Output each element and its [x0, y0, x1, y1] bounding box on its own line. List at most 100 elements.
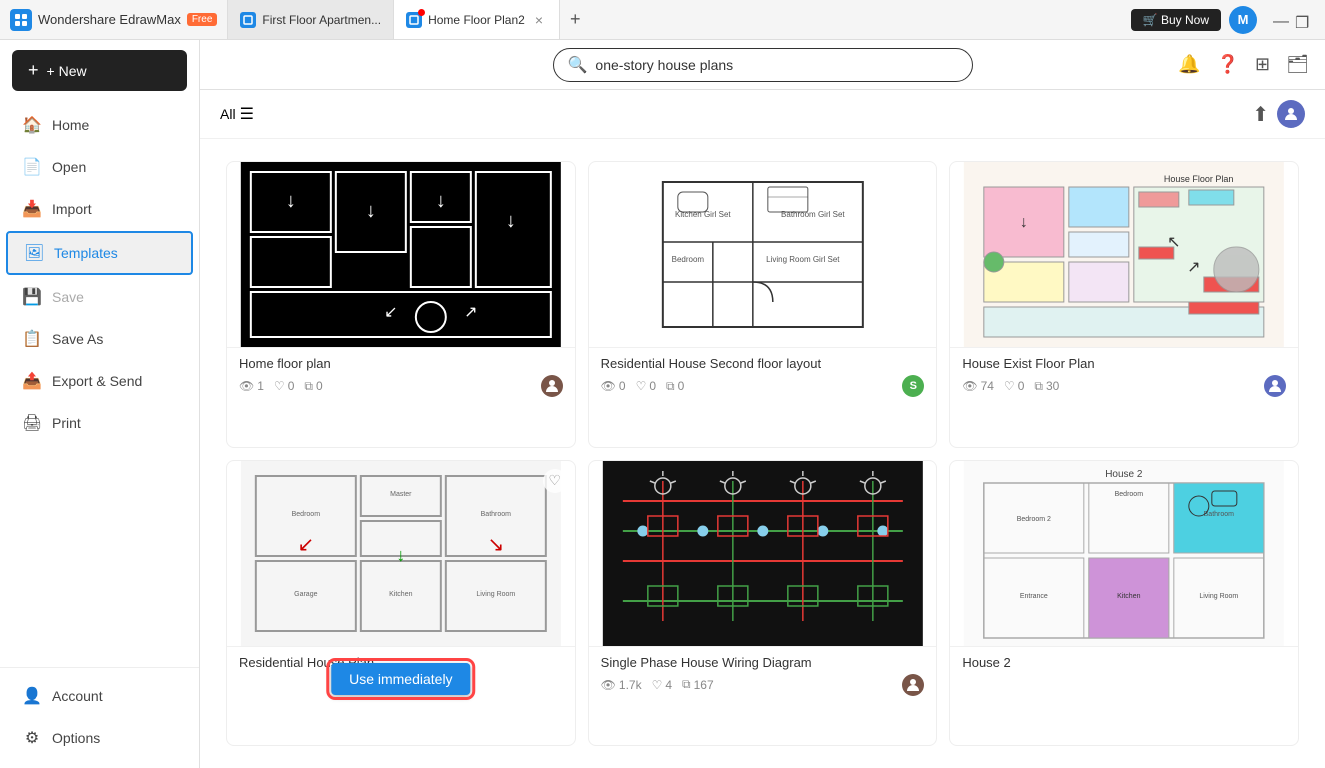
new-button[interactable]: + + New [12, 50, 187, 91]
sidebar-item-open[interactable]: 📄 Open [6, 147, 193, 187]
svg-text:↓: ↓ [366, 200, 376, 222]
scroll-top-btn[interactable]: ⬆ [1252, 102, 1269, 127]
options-label: Options [52, 730, 100, 746]
svg-text:Kitchen: Kitchen [389, 591, 412, 598]
template-card-2[interactable]: Kitchen Girl Set Bathroom Girl Set Bedro… [588, 161, 938, 448]
tab-icon-1 [240, 12, 256, 28]
search-wrapper: 🔍 [553, 48, 973, 82]
search-icon: 🔍 [568, 55, 588, 75]
sidebar-item-print[interactable]: 🖨 Print [6, 403, 193, 443]
all-filter[interactable]: All ☰ [220, 104, 254, 124]
avatar-5 [902, 674, 924, 696]
svg-text:↗: ↗ [464, 304, 477, 321]
template-card-4[interactable]: Bedroom Master Bathroom Garage Kitchen L… [226, 460, 576, 747]
use-immediately-btn[interactable]: Use immediately [331, 663, 470, 695]
copies-2: ⧉ 0 [666, 379, 684, 394]
svg-text:↘: ↘ [487, 534, 504, 556]
maximize-btn[interactable]: ❐ [1295, 13, 1309, 27]
svg-text:Living Room: Living Room [1200, 593, 1239, 600]
svg-text:Master: Master [390, 491, 412, 498]
template-meta-5: 👁 1.7k ♡ 4 ⧉ 167 [601, 674, 925, 696]
home-label: Home [52, 117, 89, 133]
template-meta-1: 👁 1 ♡ 0 ⧉ 0 [239, 375, 563, 397]
search-input[interactable] [595, 57, 957, 73]
filter-icon: ☰ [240, 104, 254, 124]
svg-text:Living Room: Living Room [476, 591, 515, 598]
tab-close-btn[interactable]: × [531, 10, 547, 30]
template-card-1[interactable]: ↓ ↓ ↓ ↓ ↙ ↗ Home floor plan 👁 1 ♡ 0 [226, 161, 576, 448]
account-icon: 👤 [22, 686, 42, 706]
views-2: 👁 0 [601, 379, 626, 393]
tab-icon-2 [406, 12, 422, 28]
print-icon: 🖨 [22, 413, 42, 433]
svg-text:Garage: Garage [294, 591, 317, 598]
template-grid: ↓ ↓ ↓ ↓ ↙ ↗ Home floor plan 👁 1 ♡ 0 [200, 139, 1325, 768]
likes-5: ♡ 4 [652, 678, 672, 692]
template-card-6[interactable]: House 2 [949, 460, 1299, 747]
help-btn[interactable]: ❓ [1213, 50, 1243, 79]
sidebar-item-import[interactable]: 📥 Import [6, 189, 193, 229]
tab-label-1: First Floor Apartmen... [262, 13, 381, 27]
app-logo-icon [10, 9, 32, 31]
header-bar: 🔍 🔔 ❓ ⊞ 🗂 [200, 40, 1325, 90]
template-title-6: House 2 [962, 655, 1286, 670]
tab-label-2: Home Floor Plan2 [428, 13, 525, 27]
minimize-btn[interactable]: — [1273, 13, 1287, 27]
views-1: 👁 1 [239, 379, 264, 393]
new-icon: + [28, 60, 39, 81]
copies-3: ⧉ 30 [1034, 379, 1059, 394]
sidebar-item-options[interactable]: ⚙ Options [6, 718, 193, 758]
svg-text:Living Room Girl Set: Living Room Girl Set [766, 255, 840, 264]
tab-add-btn[interactable]: + [560, 0, 591, 39]
svg-text:↓: ↓ [396, 545, 405, 565]
export-label: Export & Send [52, 373, 142, 389]
sidebar-item-save-as[interactable]: 📋 Save As [6, 319, 193, 359]
content-header: All ☰ ⬆ [200, 90, 1325, 139]
tab-first-floor[interactable]: First Floor Apartmen... [228, 0, 394, 39]
sidebar: + + New 🏠 Home 📄 Open 📥 Import 🖼 Templat… [0, 40, 200, 768]
notification-btn[interactable]: 🔔 [1174, 50, 1204, 79]
open-icon: 📄 [22, 157, 42, 177]
template-title-3: House Exist Floor Plan [962, 356, 1286, 371]
svg-text:House 2: House 2 [1106, 469, 1144, 480]
sidebar-item-account[interactable]: 👤 Account [6, 676, 193, 716]
tab-home-floor-plan[interactable]: Home Floor Plan2 × [394, 0, 560, 39]
sidebar-item-home[interactable]: 🏠 Home [6, 105, 193, 145]
header-right-icons: 🔔 ❓ ⊞ 🗂 [1174, 50, 1313, 79]
grid-view-btn[interactable]: ⊞ [1251, 50, 1274, 79]
user-avatar[interactable]: M [1229, 6, 1257, 34]
svg-text:Bathroom: Bathroom [481, 511, 512, 518]
open-label: Open [52, 159, 86, 175]
template-card-5[interactable]: Single Phase House Wiring Diagram 👁 1.7k… [588, 460, 938, 747]
svg-text:House Floor Plan: House Floor Plan [1164, 174, 1234, 184]
template-thumb-6: House 2 [950, 461, 1298, 646]
template-card-3[interactable]: House Floor Plan ↓ ↖ ↗ [949, 161, 1299, 448]
svg-text:↙: ↙ [297, 534, 314, 556]
print-label: Print [52, 415, 81, 431]
svg-text:Bedroom: Bedroom [292, 511, 321, 518]
favorite-btn-4[interactable]: ♡ [543, 469, 567, 493]
template-meta-2: 👁 0 ♡ 0 ⧉ 0 S [601, 375, 925, 397]
template-thumb-5 [589, 461, 937, 646]
sidebar-item-export[interactable]: 📤 Export & Send [6, 361, 193, 401]
account-label: Account [52, 688, 103, 704]
svg-text:↓: ↓ [506, 210, 516, 232]
save-as-label: Save As [52, 331, 103, 347]
buy-now-button[interactable]: 🛒 Buy Now [1131, 9, 1221, 31]
sidebar-item-save[interactable]: 💾 Save [6, 277, 193, 317]
svg-text:↓: ↓ [286, 190, 296, 212]
template-info-1: Home floor plan 👁 1 ♡ 0 ⧉ 0 [227, 347, 575, 405]
free-badge: Free [187, 13, 218, 26]
svg-text:↓: ↓ [1020, 214, 1028, 231]
new-label: + New [47, 63, 87, 79]
template-info-2: Residential House Second floor layout 👁 … [589, 347, 937, 405]
template-title-2: Residential House Second floor layout [601, 356, 925, 371]
template-thumb-3: House Floor Plan ↓ ↖ ↗ [950, 162, 1298, 347]
views-5: 👁 1.7k [601, 678, 642, 692]
import-label: Import [52, 201, 92, 217]
community-btn[interactable]: 🗂 [1282, 50, 1313, 79]
options-icon: ⚙ [22, 728, 42, 748]
svg-text:↗: ↗ [1187, 259, 1200, 276]
sidebar-item-templates[interactable]: 🖼 Templates [6, 231, 193, 275]
template-title-1: Home floor plan [239, 356, 563, 371]
